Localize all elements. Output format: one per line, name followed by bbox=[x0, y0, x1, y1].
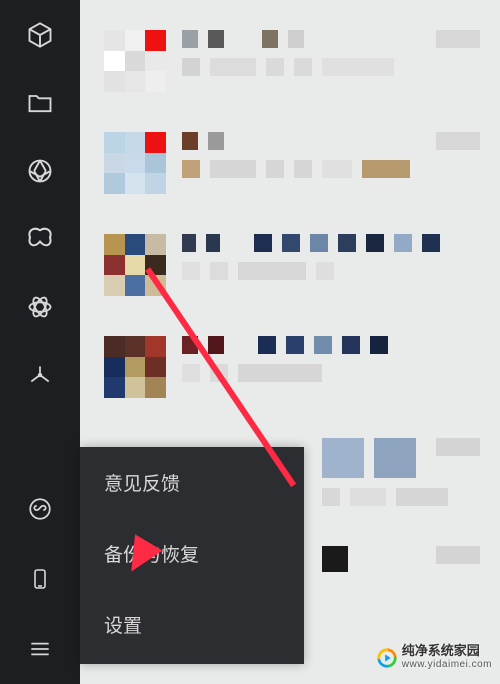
list-thumb bbox=[104, 30, 166, 92]
sidebar bbox=[0, 0, 80, 684]
menu-item-label: 设置 bbox=[104, 616, 142, 637]
watermark: 纯净系统家园 www.yidaimei.com bbox=[376, 644, 492, 670]
phone-icon[interactable] bbox=[25, 564, 55, 594]
menu-item-feedback[interactable]: 意见反馈 bbox=[80, 447, 304, 518]
watermark-url: www.yidaimei.com bbox=[402, 659, 492, 671]
miniprogram-icon[interactable] bbox=[25, 494, 55, 524]
aperture-icon[interactable] bbox=[25, 156, 55, 186]
list-body bbox=[182, 234, 480, 280]
menu-item-settings[interactable]: 设置 bbox=[80, 589, 304, 664]
list-thumb bbox=[104, 132, 166, 194]
butterfly-icon[interactable] bbox=[25, 224, 55, 254]
list-body bbox=[182, 132, 480, 178]
list-body bbox=[182, 30, 480, 76]
spark-icon[interactable] bbox=[25, 360, 55, 390]
watermark-text: 纯净系统家园 www.yidaimei.com bbox=[402, 644, 492, 670]
more-menu-popup: 意见反馈 备份与恢复 设置 bbox=[80, 447, 304, 664]
list-body bbox=[182, 336, 480, 382]
list-item[interactable] bbox=[104, 336, 480, 398]
cube-icon[interactable] bbox=[25, 20, 55, 50]
list-thumb bbox=[104, 234, 166, 296]
atom-icon[interactable] bbox=[25, 292, 55, 322]
watermark-logo-icon bbox=[376, 647, 396, 667]
menu-icon[interactable] bbox=[25, 634, 55, 664]
list-item[interactable] bbox=[104, 30, 480, 92]
menu-item-backup[interactable]: 备份与恢复 bbox=[80, 518, 304, 589]
list-item[interactable] bbox=[104, 132, 480, 194]
list-item[interactable] bbox=[104, 234, 480, 296]
watermark-title: 纯净系统家园 bbox=[402, 644, 492, 659]
menu-item-label: 意见反馈 bbox=[104, 474, 180, 495]
sidebar-top-group bbox=[0, 20, 80, 390]
menu-item-label: 备份与恢复 bbox=[104, 545, 199, 566]
sidebar-bottom-group bbox=[0, 494, 80, 664]
list-thumb bbox=[104, 336, 166, 398]
folder-icon[interactable] bbox=[25, 88, 55, 118]
